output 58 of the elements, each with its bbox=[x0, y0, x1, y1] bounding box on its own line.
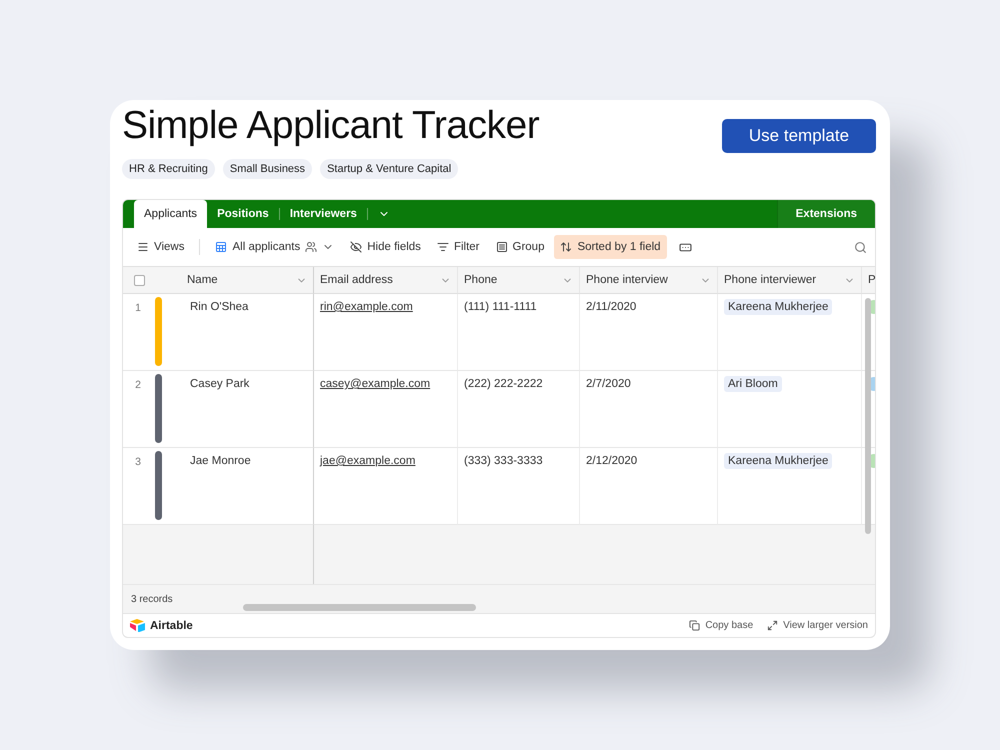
interviewer-chip: Ari Bloom bbox=[724, 376, 782, 392]
row-number: 1 bbox=[134, 302, 142, 314]
row-height-icon[interactable] bbox=[678, 240, 692, 254]
extensions-button[interactable]: Extensions bbox=[776, 200, 875, 228]
interviewer-chip: Kareena Mukherjee bbox=[724, 299, 832, 315]
email-link[interactable]: casey@example.com bbox=[320, 378, 430, 390]
record-count: 3 records bbox=[131, 594, 173, 604]
applicant-name: Rin O'Shea bbox=[190, 301, 248, 313]
column-header[interactable]: Email address bbox=[314, 267, 458, 294]
interviewer-chip: Kareena Mukherjee bbox=[724, 453, 832, 469]
row-number: 3 bbox=[134, 456, 142, 468]
footer-link[interactable]: View larger version bbox=[767, 620, 868, 631]
toolbar-button[interactable]: Views bbox=[131, 235, 190, 259]
airtable-logo[interactable]: Airtable bbox=[130, 619, 193, 632]
copy-icon bbox=[689, 620, 700, 631]
vertical-scrollbar[interactable] bbox=[865, 298, 871, 534]
column-header[interactable]: P bbox=[862, 267, 875, 294]
logo-icon bbox=[130, 619, 146, 632]
row-number: 2 bbox=[134, 379, 142, 391]
phone-number: (111) 111-1111 bbox=[464, 301, 537, 313]
toolbar-button[interactable]: All applicants bbox=[209, 235, 340, 259]
table-tab[interactable]: Interviewers bbox=[280, 200, 367, 228]
applicant-name: Casey Park bbox=[190, 378, 250, 390]
people-icon bbox=[305, 241, 318, 253]
category-tag[interactable]: Startup & Venture Capital bbox=[320, 159, 458, 179]
grid-icon bbox=[215, 241, 228, 253]
menu-icon bbox=[137, 241, 149, 253]
page-title: Simple Applicant Tracker bbox=[122, 104, 540, 148]
table-tab[interactable]: Positions bbox=[207, 200, 279, 228]
phone-number: (333) 333-3333 bbox=[464, 455, 543, 467]
interview-date: 2/12/2020 bbox=[586, 455, 638, 467]
expand-icon bbox=[767, 620, 778, 631]
category-tag[interactable]: Small Business bbox=[222, 159, 312, 179]
column-header[interactable]: Phone interview bbox=[580, 267, 718, 294]
interview-date: 2/11/2020 bbox=[586, 301, 636, 313]
toolbar-button[interactable]: Group bbox=[490, 235, 550, 259]
column-header[interactable]: Name bbox=[123, 267, 314, 294]
interview-date: 2/7/2020 bbox=[586, 378, 631, 390]
list-icon bbox=[496, 241, 508, 253]
filter-icon bbox=[436, 241, 449, 253]
column-header[interactable]: Phone bbox=[458, 267, 580, 294]
footer-link[interactable]: Copy base bbox=[689, 620, 754, 631]
search-icon[interactable] bbox=[854, 240, 867, 254]
column-header[interactable]: Phone interviewer bbox=[718, 267, 862, 294]
sort-icon bbox=[560, 241, 572, 253]
use-template-button[interactable]: Use template bbox=[722, 119, 876, 153]
table-tab[interactable]: Applicants bbox=[134, 200, 208, 228]
select-all-checkbox[interactable] bbox=[134, 274, 145, 286]
toolbar-button[interactable]: Filter bbox=[430, 235, 486, 259]
toolbar-button[interactable]: Sorted by 1 field bbox=[554, 235, 667, 259]
email-link[interactable]: jae@example.com bbox=[320, 455, 416, 467]
applicant-name: Jae Monroe bbox=[190, 455, 251, 467]
email-link[interactable]: rin@example.com bbox=[320, 301, 413, 313]
phone-number: (222) 222-2222 bbox=[464, 378, 543, 390]
horizontal-scrollbar[interactable] bbox=[243, 604, 476, 611]
toolbar-button[interactable]: Hide fields bbox=[344, 235, 427, 259]
category-tag[interactable]: HR & Recruiting bbox=[122, 159, 215, 179]
eye-off-icon bbox=[350, 241, 362, 253]
